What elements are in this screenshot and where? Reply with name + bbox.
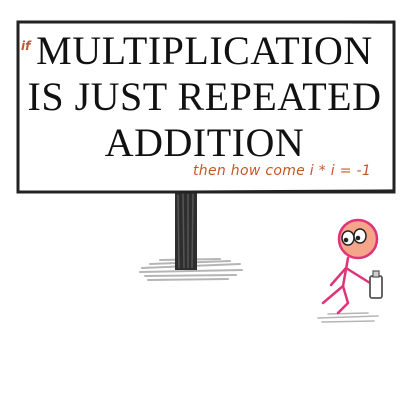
figure-left-leg — [321, 284, 345, 305]
spray-can-icon — [369, 270, 383, 299]
sign-post — [175, 190, 197, 270]
sign-line-3: ADDITION — [104, 120, 305, 165]
comic-panel: if MULTIPLICATION IS JUST REPEATED ADDIT… — [0, 0, 417, 417]
sign-handwritten-subline: then how come i * i = -1 — [193, 163, 372, 179]
figure-right-arm — [344, 266, 372, 285]
sign-line-2: IS JUST REPEATED — [27, 74, 382, 119]
sign-line-1: MULTIPLICATION — [36, 28, 373, 73]
figure-ground — [317, 312, 379, 323]
